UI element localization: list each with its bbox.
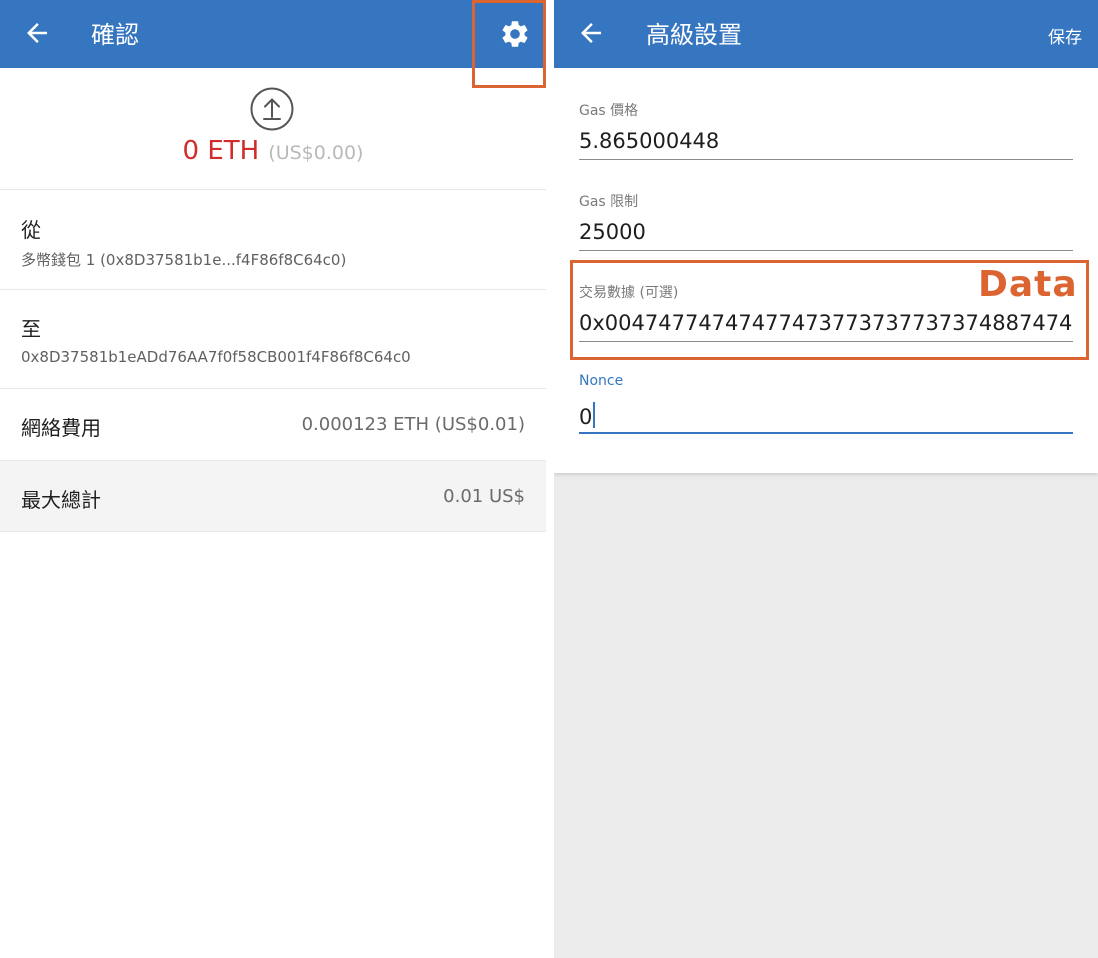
- nonce-input[interactable]: 0: [579, 402, 1073, 429]
- nonce-label: Nonce: [579, 373, 624, 389]
- data-annotation-label: Data: [978, 264, 1078, 305]
- upload-circle-icon: [250, 87, 294, 131]
- max-total-value: 0.01 US$: [443, 486, 525, 507]
- gas-limit-label: Gas 限制: [579, 194, 639, 210]
- confirm-app-bar: 確認: [0, 0, 546, 68]
- nonce-underline: [579, 432, 1073, 434]
- advanced-settings-screen: 高級設置 保存 Gas 價格 5.865000448 Gas 限制 25000 …: [554, 0, 1098, 958]
- arrow-left-icon[interactable]: [576, 18, 606, 48]
- to-value: 0x8D37581b1eADd76AA7f0f58CB001f4F86f8C64…: [21, 348, 411, 366]
- amount-usd-value: (US$0.00): [268, 142, 364, 164]
- to-label: 至: [21, 317, 41, 341]
- gas-price-label: Gas 價格: [579, 103, 639, 119]
- gas-price-input[interactable]: 5.865000448: [579, 129, 1073, 153]
- gas-limit-input[interactable]: 25000: [579, 220, 1073, 244]
- divider: [0, 289, 546, 290]
- gas-limit-underline: [579, 250, 1073, 251]
- gas-price-underline: [579, 159, 1073, 160]
- text-caret: [593, 402, 596, 428]
- divider: [0, 189, 546, 190]
- from-value: 多幣錢包 1 (0x8D37581b1e...f4F86f8C64c0): [21, 251, 347, 269]
- arrow-left-icon[interactable]: [22, 18, 52, 48]
- amount-value: 0 ETH: [182, 136, 260, 166]
- network-fee-label: 網絡費用: [21, 416, 101, 440]
- from-label: 從: [21, 218, 41, 242]
- advanced-app-bar: 高級設置 保存: [554, 0, 1098, 68]
- network-fee-value: 0.000123 ETH (US$0.01): [301, 414, 525, 435]
- screen-divider: [546, 0, 554, 958]
- confirm-screen: 確認 0 ETH (US$0.00) 從 多幣錢包 1 (0x8D37581b1…: [0, 0, 546, 958]
- nonce-value: 0: [579, 405, 593, 429]
- divider: [0, 531, 546, 532]
- divider: [0, 388, 546, 389]
- save-button[interactable]: 保存: [1048, 23, 1082, 48]
- divider: [0, 460, 546, 461]
- page-title: 確認: [91, 21, 139, 49]
- max-total-label: 最大總計: [21, 488, 101, 512]
- gear-highlight-box: [472, 0, 546, 88]
- page-title: 高級設置: [646, 21, 742, 49]
- amount-summary: 0 ETH (US$0.00): [0, 136, 546, 166]
